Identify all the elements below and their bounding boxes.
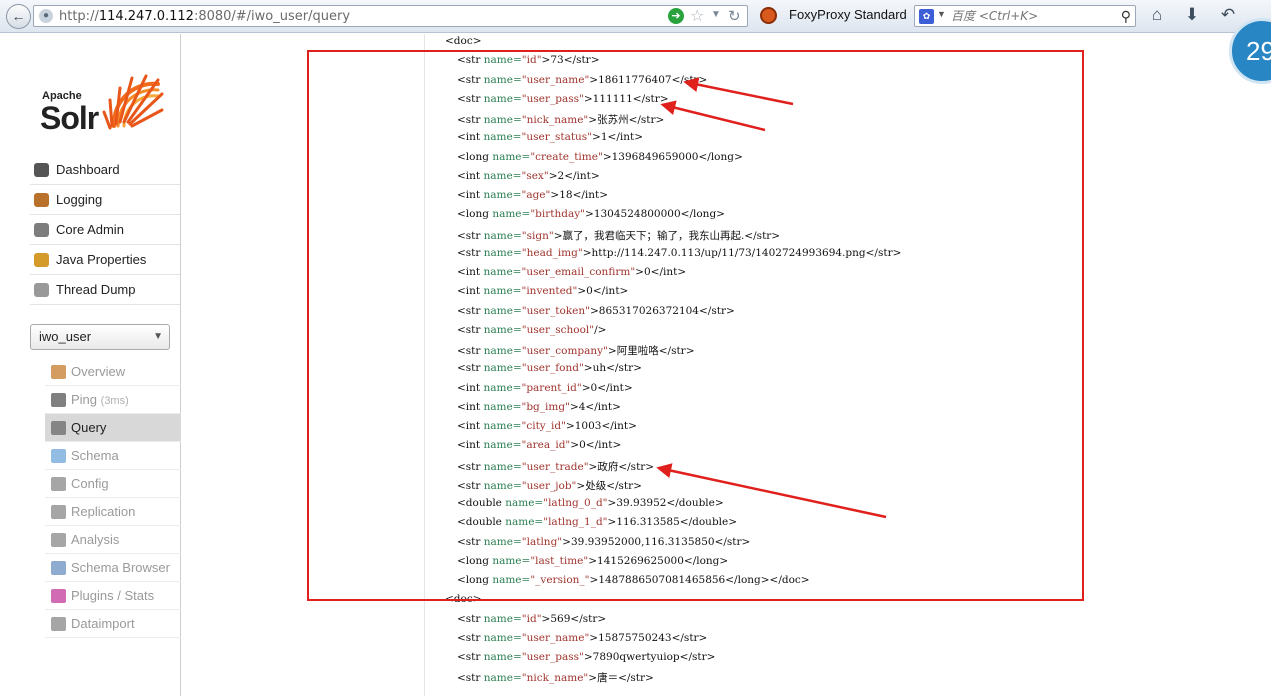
- screen: ← ● http://114.247.0.112:8080/#/iwo_user…: [0, 0, 1271, 696]
- core-nav: Overview Ping (3ms) Query Schema Config Repli…: [45, 358, 181, 638]
- magnifier-icon: [51, 421, 66, 435]
- solr-logo[interactable]: Apache Solr: [38, 70, 168, 140]
- field-value: 7890qwertyuiop: [592, 651, 680, 663]
- nav-item-label: Java Properties: [56, 252, 147, 267]
- core-nav-item-config[interactable]: Config: [45, 470, 181, 498]
- field-value: 569: [550, 612, 571, 625]
- logo-solr-text: Solr: [40, 100, 99, 136]
- core-nav-item-overview[interactable]: Overview: [45, 358, 181, 386]
- nav-item-dashboard[interactable]: Dashboard: [30, 155, 180, 185]
- download-icon[interactable]: ⬇: [1182, 5, 1202, 25]
- foxyproxy-icon[interactable]: [760, 7, 777, 24]
- core-admin-icon: [34, 223, 49, 237]
- core-nav-label: Ping: [71, 392, 98, 407]
- nav-item-label: Core Admin: [56, 222, 124, 237]
- xml-field[interactable]: <str name="id">569</str>: [457, 613, 606, 625]
- home-icon: [51, 365, 66, 379]
- nav-item-logging[interactable]: Logging: [30, 185, 180, 215]
- undo-icon[interactable]: ↶: [1218, 5, 1238, 25]
- core-selector[interactable]: iwo_user ▼: [30, 324, 170, 350]
- analysis-icon: [51, 533, 66, 547]
- core-nav-label: Query: [71, 420, 107, 435]
- main-nav: Dashboard Logging Core Admin Java Propertie…: [30, 155, 180, 305]
- search-icon[interactable]: ⚲: [1121, 8, 1131, 25]
- home-icon[interactable]: ⌂: [1147, 5, 1167, 25]
- reload-icon[interactable]: ↻: [728, 7, 741, 25]
- browser-toolbar: ← ● http://114.247.0.112:8080/#/iwo_user…: [0, 0, 1271, 33]
- plugins-icon: [51, 589, 66, 603]
- bookmark-star-icon[interactable]: ☆: [690, 6, 704, 26]
- url-text[interactable]: http://114.247.0.112:8080/#/iwo_user/que…: [59, 9, 350, 24]
- core-nav-item-schema-browser[interactable]: Schema Browser: [45, 554, 181, 582]
- core-nav-item-schema[interactable]: Schema: [45, 442, 181, 470]
- core-nav-label: Schema: [71, 448, 119, 463]
- core-nav-label: Analysis: [71, 532, 120, 547]
- core-nav-label: Config: [71, 476, 109, 491]
- solr-sidebar: Apache Solr Dashboard Logging Core Admin…: [0, 34, 181, 696]
- xml-field[interactable]: <str name="nick_name">唐＝</str>: [457, 670, 654, 685]
- go-icon[interactable]: ➜: [668, 8, 684, 24]
- config-icon: [51, 477, 66, 491]
- doc-open-tag: <doc>: [445, 35, 482, 47]
- java-icon: [34, 253, 49, 267]
- nav-item-label: Thread Dump: [56, 282, 136, 297]
- site-identity-icon[interactable]: ●: [39, 9, 53, 23]
- core-nav-item-analysis[interactable]: Analysis: [45, 526, 181, 554]
- field-name: user_pass: [526, 651, 580, 663]
- back-icon[interactable]: ←: [6, 4, 31, 29]
- schema-icon: [51, 449, 66, 463]
- core-nav-label: Replication: [71, 504, 136, 519]
- core-nav-label: Plugins / Stats: [71, 588, 155, 603]
- core-nav-item-plugins-stats[interactable]: Plugins / Stats: [45, 582, 181, 610]
- dataimport-icon: [51, 617, 66, 631]
- schema-browser-icon: [51, 561, 66, 575]
- xml-field[interactable]: <str name="user_pass">7890qwertyuiop</st…: [457, 651, 715, 663]
- highlight-box: [307, 50, 1084, 601]
- nav-item-java-properties[interactable]: Java Properties: [30, 245, 180, 275]
- solr-sun-icon: [102, 74, 164, 130]
- engine-dropdown-icon[interactable]: ▼: [937, 9, 946, 19]
- field-name: user_name: [526, 631, 585, 644]
- nav-item-label: Dashboard: [56, 162, 120, 177]
- history-dropdown-icon[interactable]: ▼: [711, 9, 721, 20]
- thread-dump-icon: [34, 283, 49, 297]
- field-value: 15875750243: [598, 631, 672, 644]
- core-nav-label: Schema Browser: [71, 560, 170, 575]
- core-nav-label: Dataimport: [71, 616, 135, 631]
- logging-icon: [34, 193, 49, 207]
- field-name: nick_name: [526, 672, 584, 685]
- ping-icon: [51, 393, 66, 407]
- chevron-down-icon[interactable]: ▼: [153, 325, 163, 349]
- core-selector-value: iwo_user: [39, 329, 92, 344]
- nav-item-thread-dump[interactable]: Thread Dump: [30, 275, 180, 305]
- foxyproxy-label[interactable]: FoxyProxy Standard: [789, 7, 907, 22]
- ping-time: (3ms): [100, 395, 129, 407]
- dashboard-icon: [34, 163, 49, 177]
- core-nav-item-dataimport[interactable]: Dataimport: [45, 610, 181, 638]
- xml-field[interactable]: <str name="user_name">15875750243</str>: [457, 632, 707, 644]
- replication-icon: [51, 505, 66, 519]
- nav-item-core-admin[interactable]: Core Admin: [30, 215, 180, 245]
- field-value: 唐＝: [597, 672, 619, 685]
- search-bar[interactable]: ✿ ▼ ⚲: [914, 5, 1136, 27]
- core-nav-item-replication[interactable]: Replication: [45, 498, 181, 526]
- search-input[interactable]: [951, 8, 1111, 24]
- field-name: id: [526, 612, 537, 625]
- baidu-engine-icon[interactable]: ✿: [919, 9, 934, 24]
- core-nav-label: Overview: [71, 364, 126, 379]
- core-nav-item-query[interactable]: Query: [45, 414, 181, 442]
- core-nav-item-ping[interactable]: Ping (3ms): [45, 386, 181, 414]
- nav-item-label: Logging: [56, 192, 103, 207]
- address-bar[interactable]: ● http://114.247.0.112:8080/#/iwo_user/q…: [33, 5, 748, 27]
